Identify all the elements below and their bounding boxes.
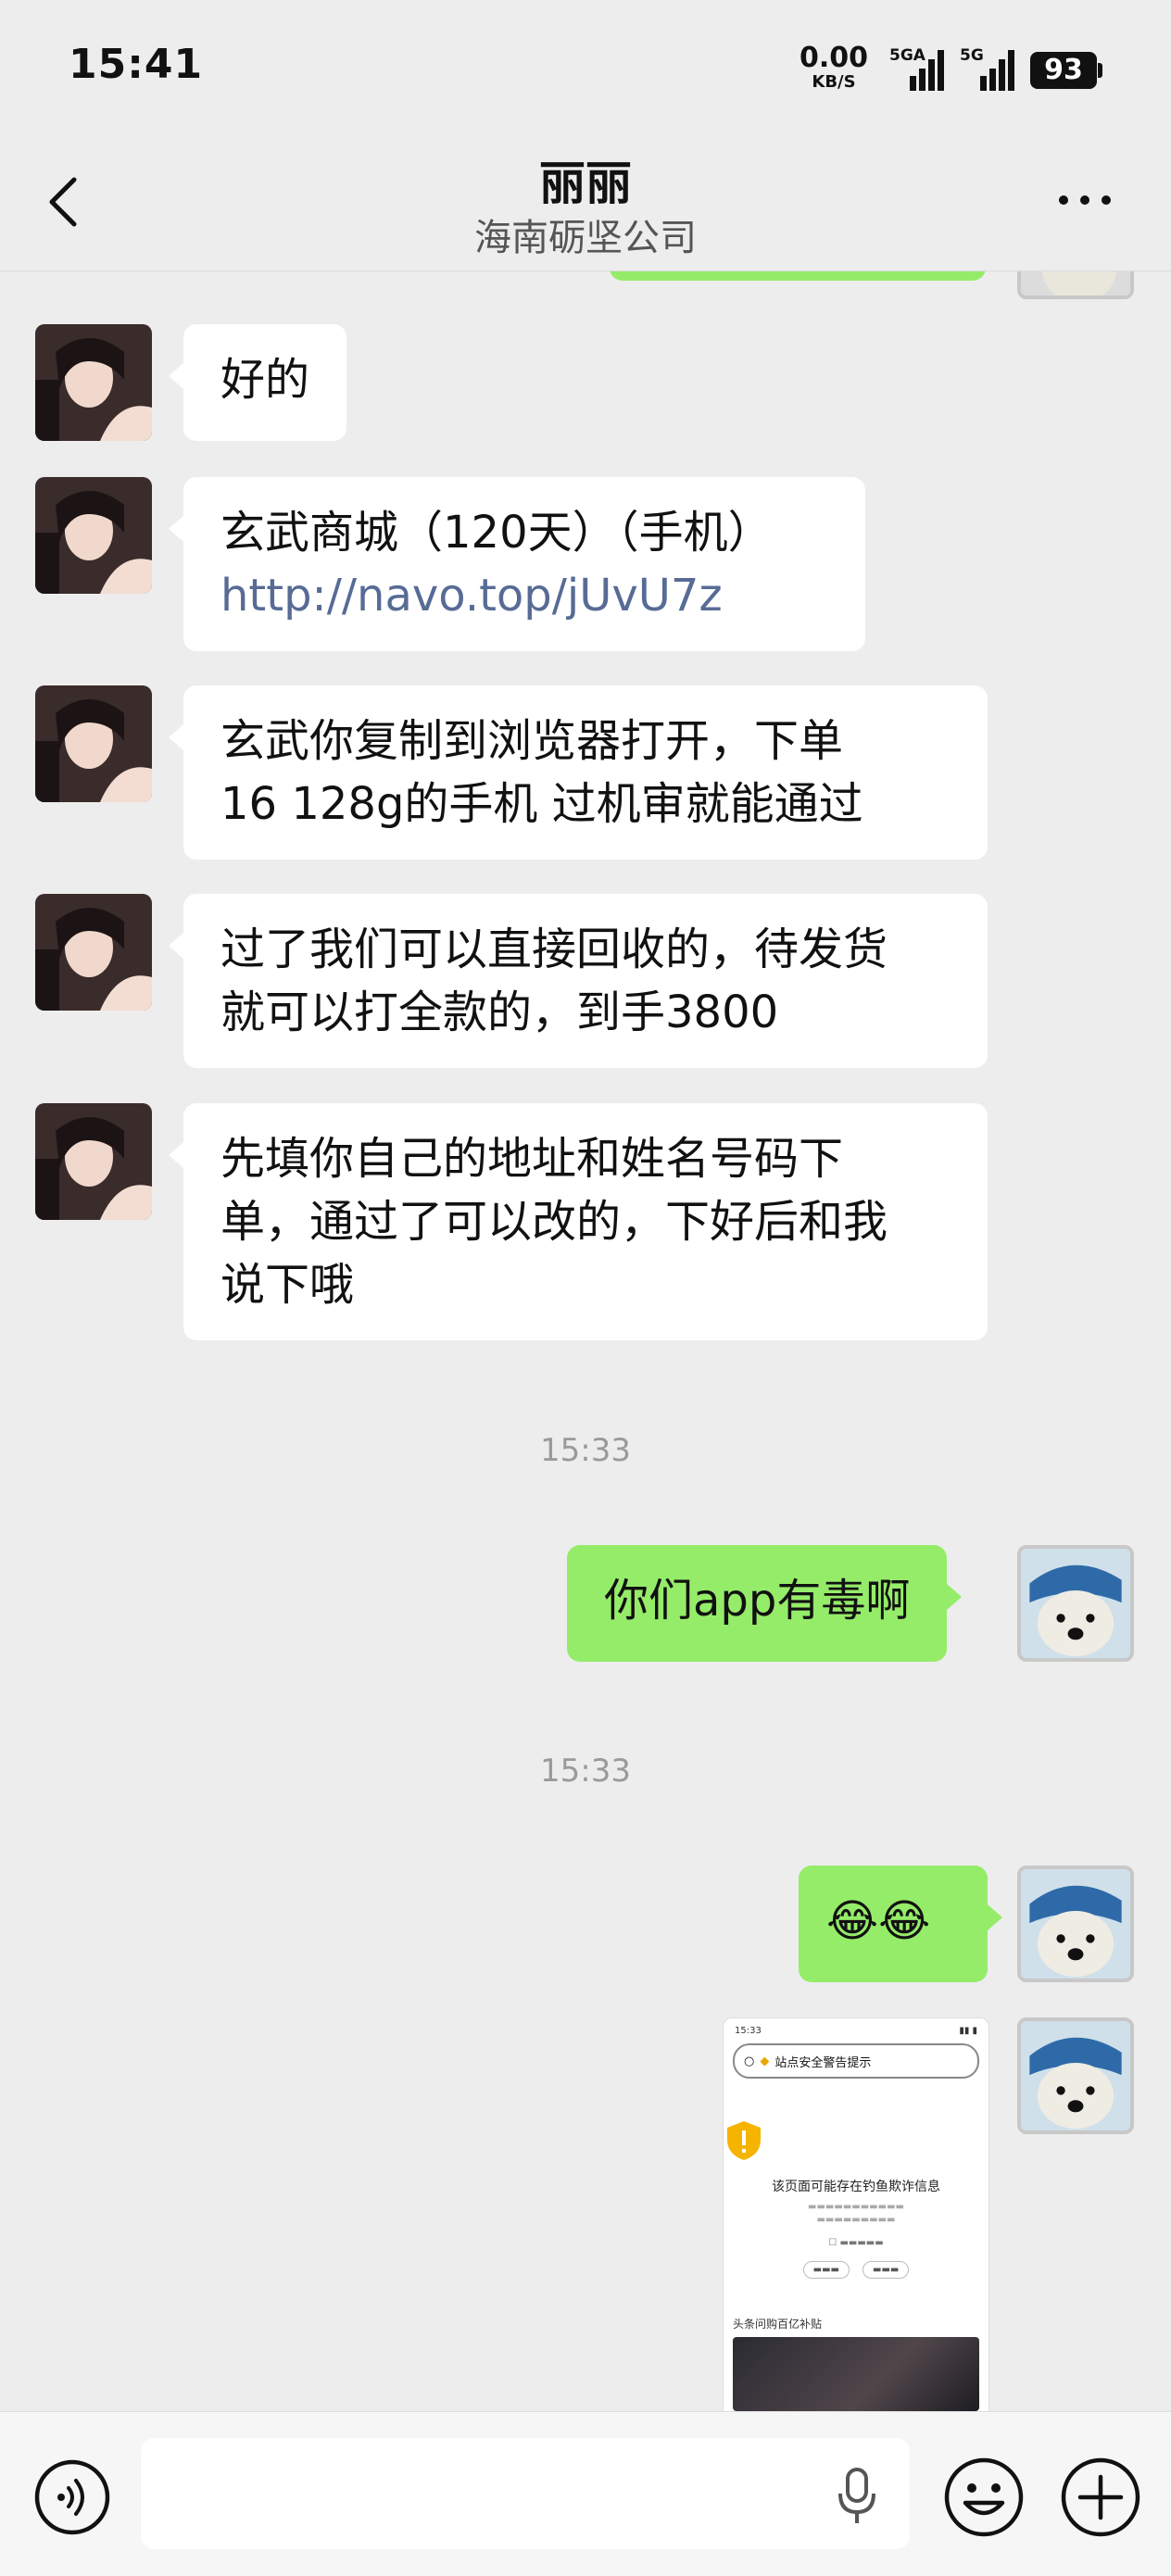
message-bubble-sent[interactable]: 😂😂	[799, 1866, 1002, 1982]
emoji-icon	[944, 2457, 1024, 2537]
contact-photo-icon	[35, 324, 152, 441]
message-text-line: 说下哦	[220, 1259, 355, 1311]
avatar-contact[interactable]	[35, 685, 152, 802]
avatar-self[interactable]	[1017, 1866, 1134, 1982]
emoji-message: 😂😂	[826, 1895, 931, 1947]
message-bubble-received[interactable]: 玄武你复制到浏览器打开，下单 16 128g的手机 过机审就能通过	[169, 685, 988, 860]
signal-5g-icon: 5G	[960, 46, 1017, 91]
chat-header: 丽丽 海南砺坚公司	[0, 139, 1171, 271]
network-speed: 0.00 KB/S	[799, 44, 869, 91]
contact-photo-icon	[35, 1103, 152, 1220]
signal-5ga-icon: 5GA	[889, 46, 947, 91]
image-message-screenshot[interactable]: 15:33 ▮▮ ▮ ○ ◆ 站点安全警告提示 该页面可能存在钓鱼欺诈信息 ▬▬…	[723, 2017, 989, 2411]
voice-mode-button[interactable]	[33, 2458, 111, 2536]
battery-icon: 93	[1030, 52, 1097, 89]
more-dots-icon	[1059, 195, 1111, 205]
message-timestamp: 15:33	[540, 1432, 631, 1469]
thumb-buttons: ▬▬▬ ▬▬▬	[724, 2261, 988, 2279]
thumb-status: 15:33 ▮▮ ▮	[724, 2018, 988, 2040]
thumb-banner: 站点安全警告提示	[774, 2055, 872, 2070]
thumb-time: 15:33	[735, 2026, 762, 2036]
contact-photo-icon	[35, 685, 152, 802]
avatar-contact[interactable]	[35, 1103, 152, 1220]
message-text-line: 过了我们可以直接回收的，待发货	[220, 924, 888, 975]
message-text: 你们app有毒啊	[604, 1575, 911, 1627]
message-text-line: 就可以打全款的，到手3800	[220, 986, 779, 1038]
thumb-description: ▬▬▬▬▬▬▬▬▬▬▬ ▬▬▬▬▬▬▬▬▬	[808, 2202, 904, 2225]
message-bubble-received[interactable]: 先填你自己的地址和姓名号码下 单，通过了可以改的，下好后和我 说下哦	[169, 1103, 988, 1340]
avatar-contact[interactable]	[35, 477, 152, 594]
thumb-heading: 该页面可能存在钓鱼欺诈信息	[772, 2180, 940, 2194]
thumb-warning-icon: ◆	[760, 2054, 770, 2068]
thumb-checkbox: ☐ ▬▬▬▬▬	[828, 2238, 884, 2248]
contact-photo-icon	[35, 894, 152, 1011]
dog-avatar-icon	[1021, 1869, 1130, 1979]
signal-label: 5GA	[889, 46, 925, 65]
contact-photo-icon	[35, 477, 152, 594]
chat-subtitle: 海南砺坚公司	[474, 217, 697, 259]
more-button[interactable]	[1052, 182, 1117, 219]
message-bubble-received[interactable]: 玄武商城（120天）（手机） http://navo.top/jUvU7z	[169, 477, 865, 651]
network-speed-unit: KB/S	[812, 72, 856, 92]
message-text-line: 玄武你复制到浏览器打开，下单	[220, 715, 844, 767]
dog-avatar-icon	[1021, 2021, 1130, 2130]
thumb-address-bar: ○ ◆ 站点安全警告提示	[733, 2043, 979, 2079]
chat-title: 丽丽	[539, 157, 632, 210]
thumb-signal-icon: ▮▮ ▮	[959, 2026, 977, 2036]
message-bubble-received[interactable]: 好的	[168, 324, 347, 441]
thumb-product-image	[733, 2337, 979, 2411]
avatar-self[interactable]	[1017, 1545, 1134, 1662]
message-link[interactable]: http://navo.top/jUvU7z	[220, 564, 828, 627]
message-text-line: 先填你自己的地址和姓名号码下	[220, 1133, 844, 1185]
message-bubble-sent[interactable]: 你们app有毒啊	[567, 1545, 963, 1662]
microphone-icon	[838, 2468, 875, 2523]
message-text: 玄武商城（120天）（手机）	[220, 507, 773, 559]
battery-tip	[1098, 63, 1102, 78]
status-bar: 15:41 0.00 KB/S 5GA 5G 93	[0, 0, 1171, 139]
avatar-self[interactable]	[1017, 2017, 1134, 2134]
network-speed-value: 0.00	[799, 42, 869, 74]
message-timestamp: 15:33	[540, 1753, 631, 1790]
voice-mode-icon	[34, 2459, 110, 2535]
status-time: 15:41	[69, 41, 204, 88]
thumb-search-icon: ○	[744, 2054, 755, 2068]
message-bubble-sent-partial[interactable]	[610, 271, 986, 281]
message-text-line: 单，通过了可以改的，下好后和我	[220, 1196, 888, 1248]
plus-icon	[1061, 2457, 1140, 2537]
signal-label: 5G	[960, 46, 984, 65]
shield-warning-icon	[727, 2121, 761, 2160]
avatar-contact[interactable]	[35, 324, 152, 441]
message-bubble-received[interactable]: 过了我们可以直接回收的，待发货 就可以打全款的，到手3800	[169, 894, 988, 1068]
message-input[interactable]	[141, 2438, 910, 2549]
input-bar	[0, 2411, 1171, 2576]
avatar-self[interactable]	[1017, 271, 1134, 299]
dog-avatar-icon	[1021, 1549, 1130, 1658]
message-text-line: 16 128g的手机 过机审就能通过	[220, 778, 863, 830]
dog-avatar-icon	[1021, 271, 1130, 295]
microphone-button[interactable]	[834, 2464, 880, 2529]
more-functions-button[interactable]	[1060, 2457, 1141, 2538]
message-text: 好的	[220, 354, 310, 406]
thumb-footer-label: 头条问购百亿补贴	[733, 2318, 823, 2331]
message-list[interactable]: 好的 玄武商城（120天）（手机） http://navo.top/jUvU7z…	[0, 271, 1171, 2411]
emoji-button[interactable]	[943, 2457, 1025, 2538]
avatar-contact[interactable]	[35, 894, 152, 1011]
